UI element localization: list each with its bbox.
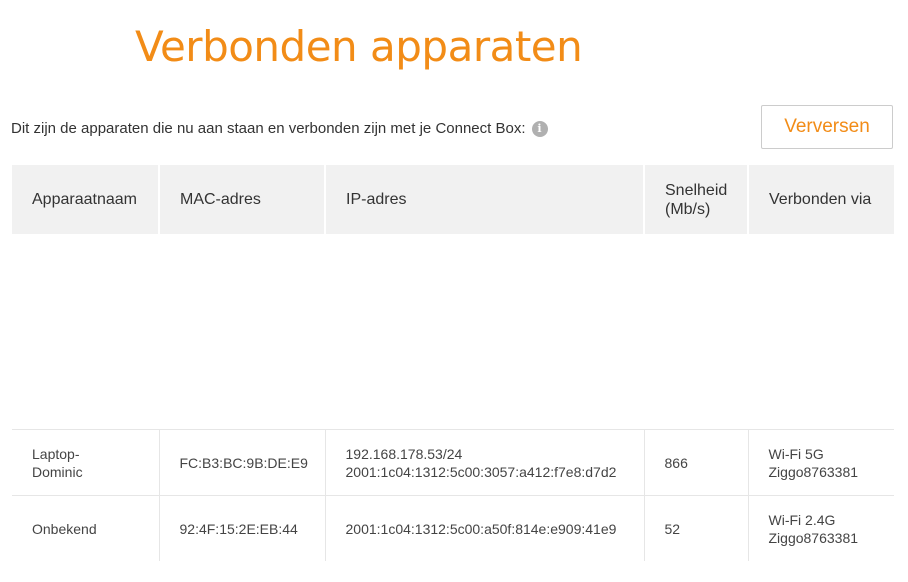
device-name: Laptop-Dominic [32,445,83,480]
speed-cell: 52 [644,495,749,561]
column-header-mac: MAC-adres [159,165,326,234]
devices-table: Apparaatnaam MAC-adres IP-adres Snelheid… [12,165,894,561]
table-row: Onbekend 92:4F:15:2E:EB:44 2001:1c04:131… [12,495,894,561]
mac-cell: FC:B3:BC:9B:DE:E9 [159,429,326,496]
intro-text-row: Dit zijn de apparaten die nu aan staan e… [11,120,548,137]
band: Wi-Fi 5G [768,445,824,462]
mac-cell: 92:4F:15:2E:EB:44 [159,495,326,561]
info-icon[interactable]: i [531,120,548,137]
empty-row [12,234,894,299]
ip-cell: 192.168.178.53/24 2001:1c04:1312:5c00:30… [325,429,645,496]
column-header-speed: Snelheid (Mb/s) [644,165,749,234]
column-header-connected-via: Verbonden via [748,165,894,234]
page-title: Verbonden apparaten [135,22,583,71]
intro-text: Dit zijn de apparaten die nu aan staan e… [11,120,526,137]
empty-row [12,299,894,364]
network-name: Ziggo8763381 [768,529,859,546]
band: Wi-Fi 2.4G [768,511,836,528]
device-name-cell: Laptop-Dominic [12,429,160,496]
connected-via-cell: Wi-Fi 5G Ziggo8763381 [748,429,894,496]
network-name: Ziggo8763381 [768,463,859,480]
ip-v6: 2001:1c04:1312:5c00:a50f:814e:e909:41e9 [345,520,617,537]
table-header-row: Apparaatnaam MAC-adres IP-adres Snelheid… [12,165,894,234]
empty-row [12,364,894,430]
ip-v4: 192.168.178.53/24 [345,445,463,462]
ip-cell: 2001:1c04:1312:5c00:a50f:814e:e909:41e9 [325,495,645,561]
refresh-button[interactable]: Verversen [761,105,893,149]
column-header-device-name: Apparaatnaam [12,165,160,234]
table-row: Laptop-Dominic FC:B3:BC:9B:DE:E9 192.168… [12,429,894,496]
column-header-ip: IP-adres [325,165,645,234]
device-name-cell: Onbekend [12,495,160,561]
connected-via-cell: Wi-Fi 2.4G Ziggo8763381 [748,495,894,561]
ip-v6: 2001:1c04:1312:5c00:3057:a412:f7e8:d7d2 [345,463,617,480]
speed-cell: 866 [644,429,749,496]
